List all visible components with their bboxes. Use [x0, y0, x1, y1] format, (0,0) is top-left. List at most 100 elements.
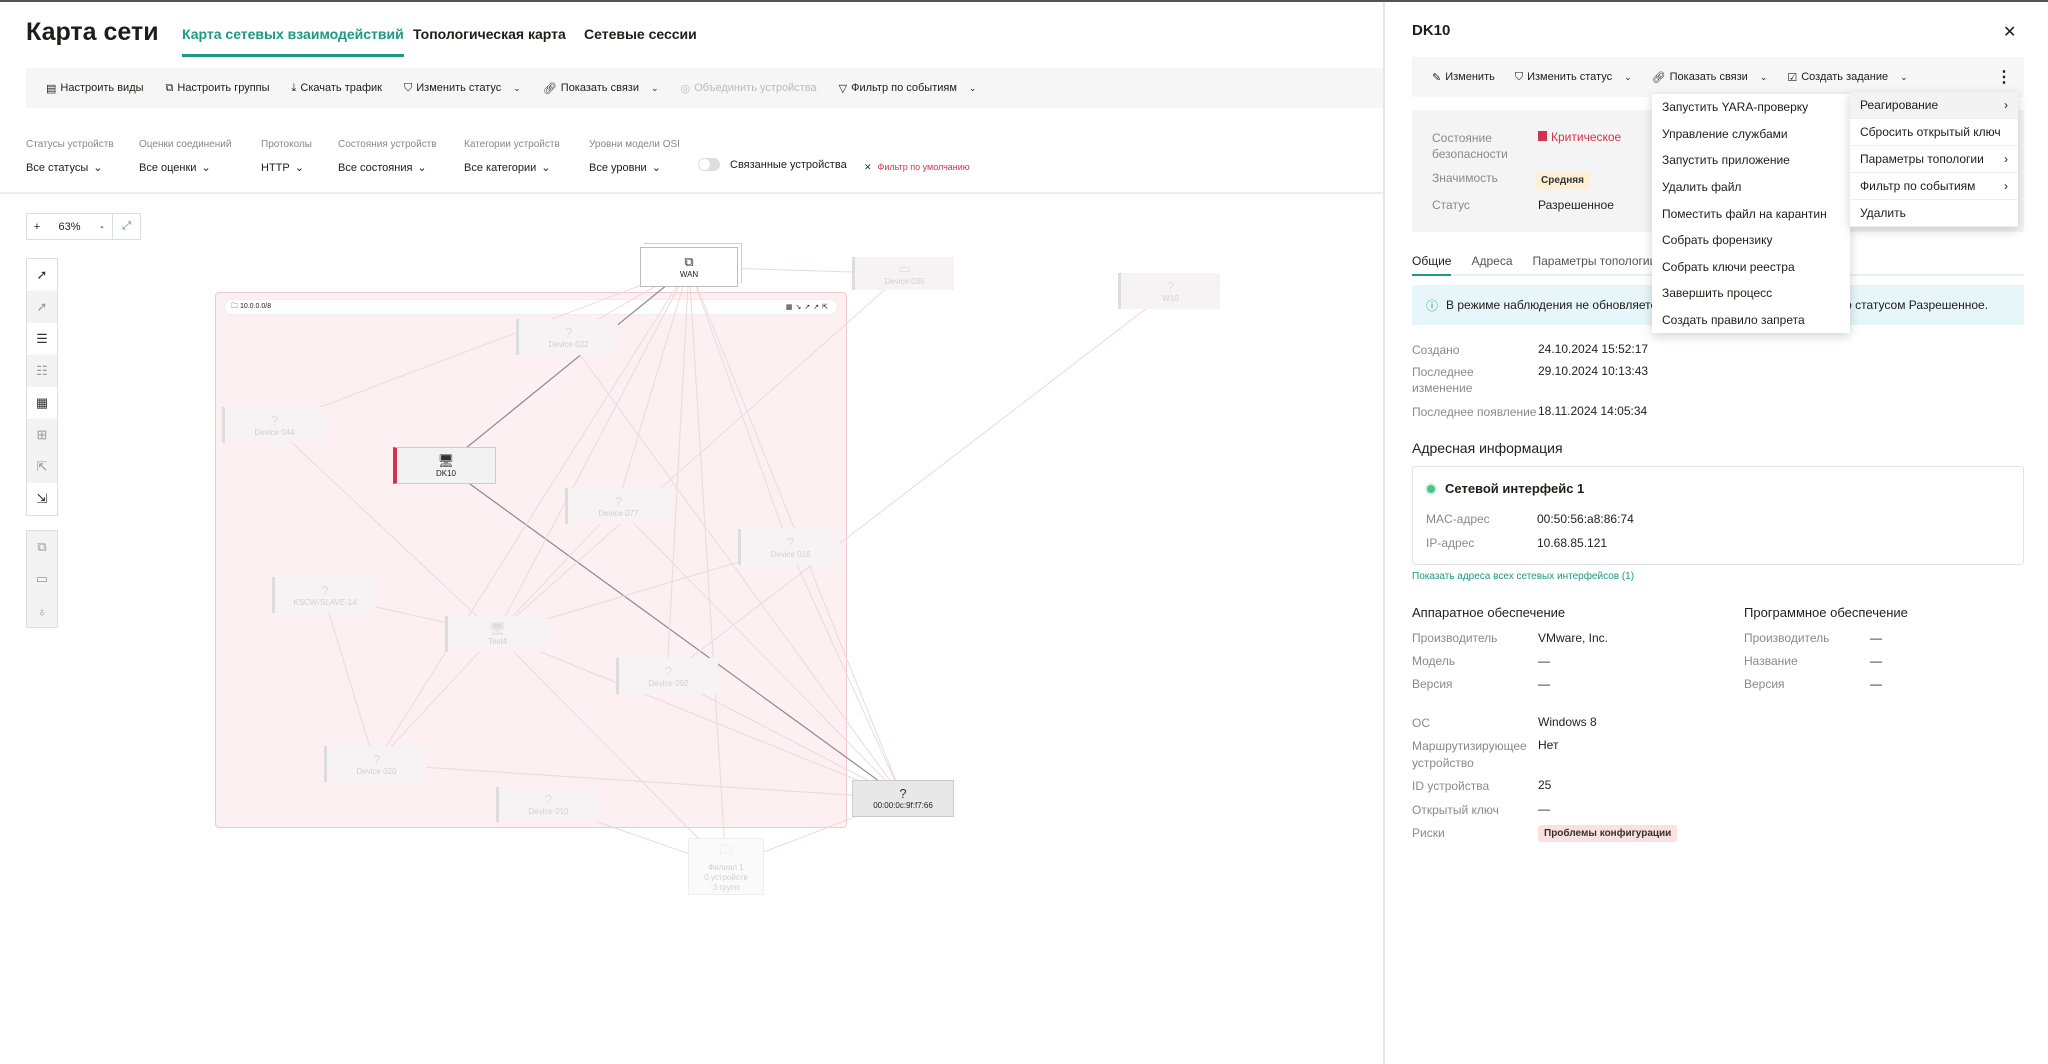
- map-node[interactable]: ⧉ WAN: [640, 247, 738, 287]
- close-icon[interactable]: ✕: [2003, 22, 2016, 42]
- date-value: 29.10.2024 10:13:43: [1538, 364, 1649, 378]
- tab-topology-params[interactable]: Параметры топологии: [1533, 254, 1657, 268]
- connection-line[interactable]: [323, 594, 376, 765]
- zoom-level: 63%: [58, 220, 81, 233]
- collapse-icon[interactable]: ⇲: [27, 483, 57, 515]
- node-label: Device 035: [884, 276, 925, 286]
- chevron-down-icon: ⌄: [1759, 71, 1768, 82]
- device-icon: ?: [614, 493, 623, 509]
- map-node[interactable]: 🖥 Test4: [445, 616, 547, 652]
- software-row-value: —: [1870, 631, 1882, 645]
- topology-icon[interactable]: ⧉: [27, 531, 57, 563]
- clipboard-icon: ☑: [1787, 71, 1798, 84]
- map-node[interactable]: ? KSCW-SLAVE-14: [272, 577, 375, 613]
- connection-line[interactable]: [272, 266, 690, 426]
- map-node[interactable]: ? Device 020: [324, 746, 426, 782]
- menu-item[interactable]: Запустить YARA-проверку: [1652, 94, 1850, 121]
- tab-general[interactable]: Общие: [1412, 254, 1452, 276]
- date-label: Последнее появление: [1412, 405, 1537, 419]
- show-links-button[interactable]: 🔗︎ Показать связи ⌄: [1652, 71, 1768, 84]
- map-node[interactable]: ? W10: [1118, 273, 1220, 309]
- ip-value: 10.68.85.121: [1537, 536, 1608, 550]
- chevron-right-icon: ›: [2004, 98, 2008, 112]
- menu-item[interactable]: Собрать ключи реестра: [1652, 254, 1850, 281]
- edit-label: Изменить: [1445, 71, 1495, 83]
- map-node[interactable]: ? 00:00:0c:9f:f7:66: [852, 780, 954, 817]
- menu-item[interactable]: Запустить приложение: [1652, 147, 1850, 174]
- map-tools: ➚ ➚ ☰ ☷ ▦ ⊞ ⇱ ⇲: [26, 258, 58, 516]
- map-node[interactable]: ▭ Device 035: [852, 257, 954, 290]
- grid-outline-icon[interactable]: ⊞: [27, 419, 57, 451]
- more-menu-item[interactable]: Удалить: [1850, 200, 2018, 227]
- menu-item-label: Сбросить открытый ключ: [1860, 125, 2001, 139]
- map-node[interactable]: ? Device 010: [496, 787, 598, 822]
- hardware-row-value: —: [1538, 677, 1550, 691]
- hardware-row-value: VMware, Inc.: [1538, 631, 1609, 645]
- layout-cascade-icon[interactable]: ☰: [27, 323, 57, 355]
- menu-item[interactable]: Завершить процесс: [1652, 280, 1850, 307]
- menu-item[interactable]: Поместить файл на карантин: [1652, 200, 1850, 227]
- map-node[interactable]: ? Device 044: [222, 407, 324, 443]
- more-icon[interactable]: ⋮: [1996, 67, 2012, 87]
- property-label: Открытый ключ: [1412, 803, 1499, 817]
- more-menu-item[interactable]: Параметры топологии ›: [1850, 146, 2018, 173]
- pin-tool-icon[interactable]: ➚: [27, 291, 57, 323]
- interface-name: Сетевой интерфейс 1: [1445, 481, 1585, 496]
- hardware-row-label: Версия: [1412, 677, 1453, 691]
- map-node[interactable]: ? Device 077: [565, 488, 669, 524]
- map-node[interactable]: ? Device 092: [616, 658, 718, 694]
- map-node[interactable]: 🖥 DK10: [393, 447, 496, 484]
- zoom-in-button[interactable]: +: [27, 221, 47, 233]
- layout-tree-icon[interactable]: ☷: [27, 355, 57, 387]
- show-all-interfaces-link[interactable]: Показать адреса всех сетевых интерфейсов…: [1412, 571, 1634, 582]
- badge-icon[interactable]: ♁: [27, 595, 57, 627]
- connection-line[interactable]: [374, 633, 497, 765]
- link-icon: 🔗︎: [1651, 71, 1666, 84]
- mac-value: 00:50:56:a8:86:74: [1537, 512, 1634, 526]
- change-status-button[interactable]: ⛉ Изменить статус ⌄: [1515, 71, 1632, 84]
- map-node[interactable]: 🗀 Филиал 1 0 устройств 3 групп: [688, 838, 764, 895]
- node-label: Device 044: [254, 427, 295, 437]
- tab-addresses[interactable]: Адреса: [1471, 254, 1512, 268]
- hardware-title: Аппаратное обеспечение: [1412, 605, 1566, 620]
- zoom-out-button[interactable]: -: [92, 221, 112, 233]
- create-task-menu: Запустить YARA-проверку Управление служба…: [1652, 94, 1850, 334]
- connection-line[interactable]: [444, 266, 690, 466]
- device-icon: ?: [544, 792, 553, 807]
- panel-title: DK10: [1412, 22, 1451, 39]
- map-node[interactable]: ? Device 022: [516, 319, 618, 355]
- connection-line[interactable]: [495, 505, 618, 635]
- menu-item[interactable]: Создать правило запрета: [1652, 307, 1850, 334]
- edit-button[interactable]: ✎ Изменить: [1432, 71, 1495, 84]
- menu-item[interactable]: Удалить файл: [1652, 174, 1850, 201]
- connection-line[interactable]: [688, 266, 727, 867]
- property-value: Нет: [1538, 738, 1559, 752]
- menu-item[interactable]: Собрать форензику: [1652, 227, 1850, 254]
- connection-line[interactable]: [374, 763, 904, 799]
- map-node[interactable]: ? Device 016: [738, 529, 840, 565]
- more-menu-item[interactable]: Сбросить открытый ключ: [1850, 119, 2018, 146]
- expand-icon[interactable]: ⇱: [27, 451, 57, 483]
- device-icon: 🖥: [437, 452, 455, 468]
- software-row-value: —: [1870, 677, 1882, 691]
- devices-icon[interactable]: ▭: [27, 563, 57, 595]
- connection-line[interactable]: [788, 546, 904, 799]
- connection-line[interactable]: [566, 336, 904, 799]
- device-icon: 🖥: [489, 621, 506, 636]
- node-label: W10: [1162, 293, 1179, 303]
- menu-item-label: Параметры топологии: [1860, 152, 1984, 166]
- date-label: Последнее изменение: [1412, 365, 1474, 395]
- shield-icon: ⛉: [1514, 70, 1524, 83]
- property-label: ID устройства: [1412, 779, 1490, 793]
- more-menu-item[interactable]: Реагирование ›: [1850, 92, 2018, 119]
- date-label: Создано: [1412, 343, 1460, 357]
- grid-icon[interactable]: ▦: [27, 387, 57, 419]
- device-icon: 🗀: [719, 841, 733, 857]
- pointer-tool-icon[interactable]: ➚: [27, 259, 57, 291]
- connection-line[interactable]: [666, 290, 1170, 677]
- menu-item[interactable]: Управление службами: [1652, 121, 1850, 148]
- more-menu-item[interactable]: Фильтр по событиям ›: [1850, 173, 2018, 200]
- create-task-button[interactable]: ☑ Создать задание ⌄: [1787, 71, 1907, 84]
- fit-screen-icon[interactable]: ⤢: [112, 214, 140, 239]
- security-state-value: Критическое: [1538, 130, 1621, 144]
